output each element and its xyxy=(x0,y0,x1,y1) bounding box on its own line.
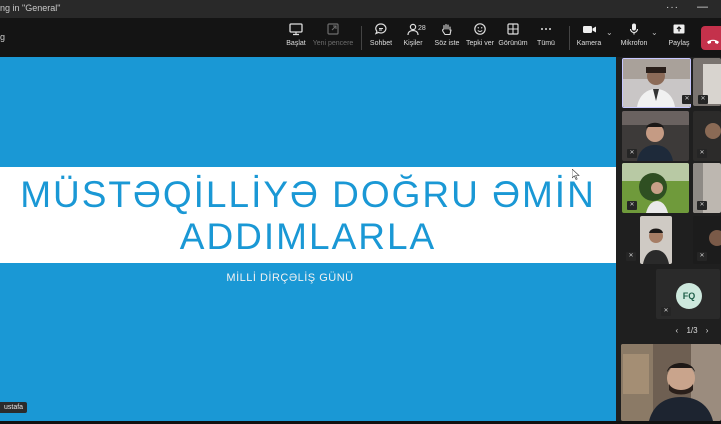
slide-subtitle: MİLLİ DİRÇƏLİŞ GÜNÜ xyxy=(226,272,354,284)
participant-video-tile[interactable]: ✕ xyxy=(693,111,721,161)
mic-icon xyxy=(612,22,656,40)
mic-off-icon: ✕ xyxy=(697,149,707,158)
share-icon xyxy=(657,22,701,40)
participant-video-tile[interactable]: ✕ xyxy=(693,58,721,106)
participant-video-tile[interactable]: ✕ xyxy=(622,163,689,213)
presenter-name-tag: ustafa xyxy=(0,402,28,413)
mic-off-icon: ✕ xyxy=(627,201,637,210)
camera-button[interactable]: Kamera xyxy=(567,22,611,47)
new-window-label: Yeni pencere xyxy=(312,40,354,47)
participant-video-tile[interactable]: ✕ xyxy=(693,216,721,264)
page-indicator: 1/3 xyxy=(686,326,698,335)
participant-gallery: ✕ ✕ ✕ ✕ ✕ ✕ ✕ ✕ ✕ FQ ‹ 1/3 › xyxy=(616,57,721,421)
title-bar: ng in "General" ··· — xyxy=(0,0,721,18)
camera-icon xyxy=(567,22,611,40)
mic-off-icon: ✕ xyxy=(697,252,707,261)
phone-end-icon xyxy=(706,33,720,51)
slide-headline: MÜSTƏQİLLİYƏ DOĞRU ƏMİN ADDIMLARLA xyxy=(0,174,616,258)
mic-off-icon: ✕ xyxy=(697,201,707,210)
more-icon xyxy=(524,22,568,40)
participant-video-tile[interactable]: ✕ xyxy=(693,163,721,213)
new-window-button[interactable]: Yeni pencere xyxy=(311,22,355,47)
previous-page-chevron-icon[interactable]: ‹ xyxy=(676,326,679,335)
share-label: Paylaş xyxy=(668,40,690,47)
share-button[interactable]: Paylaş xyxy=(657,22,701,47)
slide-headline-line-1: MÜSTƏQİLLİYƏ DOĞRU ƏMİN xyxy=(20,174,596,215)
camera-label: Kamera xyxy=(576,40,602,47)
slide-headline-line-2: ADDIMLARLA xyxy=(179,216,437,257)
meeting-toolbar: g Başlat Yeni pencere Sohbet 28 Kişiler … xyxy=(0,18,721,57)
mic-off-icon: ✕ xyxy=(627,149,637,158)
mic-label: Mikrofon xyxy=(620,40,648,47)
self-view-tile[interactable] xyxy=(621,344,721,421)
avatar: FQ xyxy=(676,283,702,309)
mic-off-icon: ✕ xyxy=(682,95,692,104)
more-actions-button[interactable]: Tümü xyxy=(524,22,568,47)
more-options-icon[interactable]: ··· xyxy=(666,2,679,13)
mic-button[interactable]: Mikrofon xyxy=(612,22,656,47)
new-window-icon xyxy=(311,22,355,40)
leave-call-button[interactable] xyxy=(701,26,721,50)
meeting-timer: g xyxy=(0,32,6,42)
window-title: ng in "General" xyxy=(0,3,61,13)
minimize-button[interactable]: — xyxy=(697,1,708,13)
gallery-pager: ‹ 1/3 › xyxy=(672,326,712,335)
mic-off-icon: ✕ xyxy=(626,252,636,261)
next-page-chevron-icon[interactable]: › xyxy=(706,326,709,335)
more-label: Tümü xyxy=(537,40,555,47)
mic-off-icon: ✕ xyxy=(698,95,708,104)
participant-video-tile[interactable] xyxy=(640,216,672,264)
mic-off-icon: ✕ xyxy=(661,307,671,316)
participant-video-tile[interactable] xyxy=(622,58,691,108)
mouse-pointer-icon xyxy=(571,168,580,182)
shared-screen: MÜSTƏQİLLİYƏ DOĞRU ƏMİN ADDIMLARLA MİLLİ… xyxy=(0,57,616,421)
participant-video-tile[interactable]: ✕ xyxy=(622,111,689,161)
